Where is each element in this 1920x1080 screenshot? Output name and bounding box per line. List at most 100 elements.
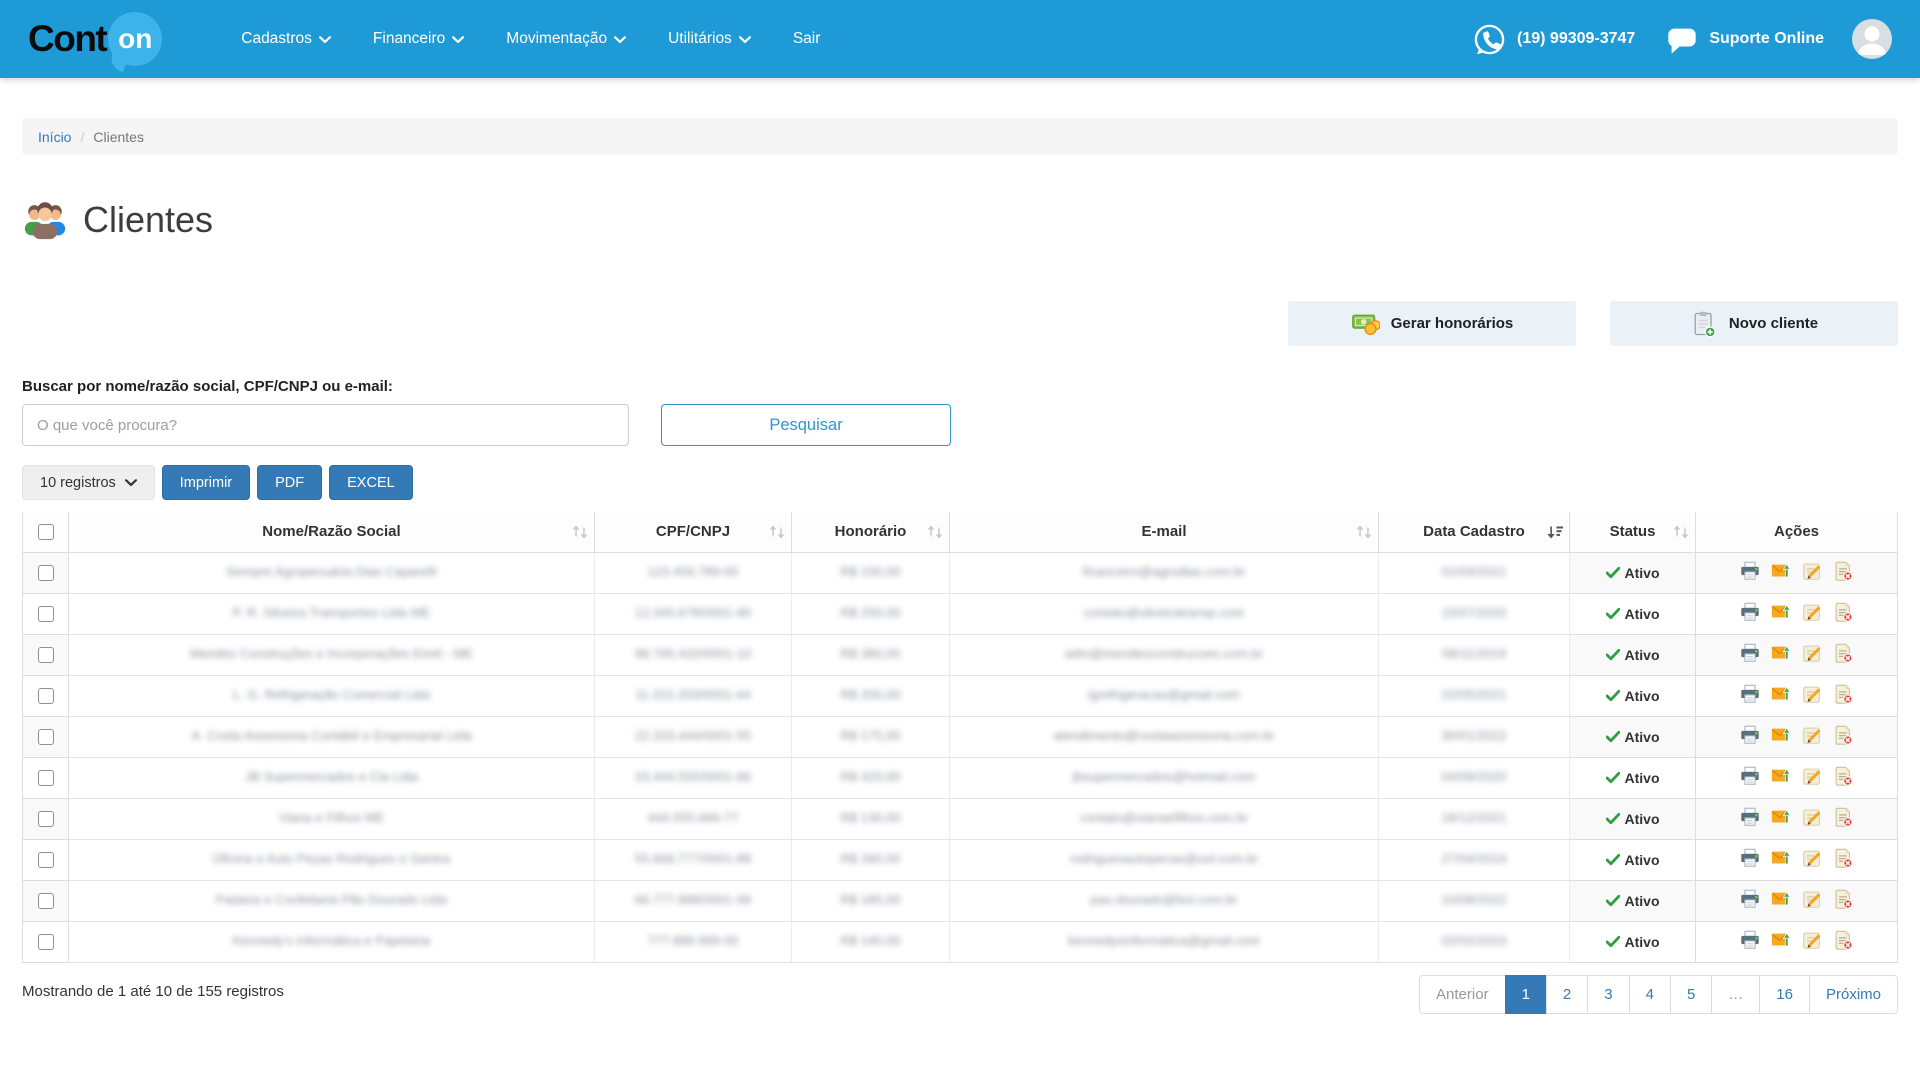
generate-fees-button[interactable]: Gerar honorários	[1288, 301, 1576, 346]
cell-honorario: R$ 250,00	[792, 593, 950, 634]
page-size-dropdown[interactable]: 10 registros	[22, 465, 155, 500]
check-icon	[1606, 608, 1620, 620]
cell-email: financeiro@agrodias.com.br	[950, 552, 1379, 593]
row-checkbox[interactable]	[38, 606, 54, 622]
print-icon[interactable]	[1739, 642, 1761, 664]
send-email-icon[interactable]	[1770, 683, 1792, 705]
delete-icon[interactable]	[1832, 847, 1854, 869]
top-navbar: Cont on Cadastros Financeiro Movimentaçã…	[0, 0, 1920, 78]
pagination-page-16[interactable]: 16	[1759, 975, 1810, 1014]
client-register-date: 18/12/2021	[1441, 810, 1506, 825]
nav-item-utilitarios[interactable]: Utilitários	[647, 20, 772, 58]
header-honorario[interactable]: Honorário	[792, 512, 950, 552]
support-online[interactable]: Suporte Online	[1665, 22, 1824, 56]
header-email[interactable]: E-mail	[950, 512, 1379, 552]
print-button[interactable]: Imprimir	[162, 465, 250, 500]
excel-export-button[interactable]: EXCEL	[329, 465, 413, 500]
cell-honorario: R$ 420,00	[792, 757, 950, 798]
breadcrumb-home-link[interactable]: Início	[38, 129, 71, 145]
row-checkbox[interactable]	[38, 934, 54, 950]
send-email-icon[interactable]	[1770, 560, 1792, 582]
pagination-page-2[interactable]: 2	[1546, 975, 1588, 1014]
pdf-export-button[interactable]: PDF	[257, 465, 322, 500]
row-checkbox[interactable]	[38, 647, 54, 663]
client-fee: R$ 185,00	[841, 892, 901, 907]
cell-status: Ativo	[1570, 593, 1696, 634]
row-checkbox[interactable]	[38, 729, 54, 745]
row-checkbox[interactable]	[38, 565, 54, 581]
print-icon[interactable]	[1739, 888, 1761, 910]
edit-icon[interactable]	[1801, 601, 1823, 623]
new-client-button[interactable]: Novo cliente	[1610, 301, 1898, 346]
send-email-icon[interactable]	[1770, 765, 1792, 787]
send-email-icon[interactable]	[1770, 642, 1792, 664]
send-email-icon[interactable]	[1770, 888, 1792, 910]
pagination-page-4[interactable]: 4	[1629, 975, 1671, 1014]
pagination-page-1[interactable]: 1	[1505, 975, 1547, 1014]
print-icon[interactable]	[1739, 601, 1761, 623]
edit-icon[interactable]	[1801, 683, 1823, 705]
client-email: contato@vianaefilhos.com.br	[1080, 810, 1248, 825]
header-cpf-cnpj[interactable]: CPF/CNPJ	[595, 512, 792, 552]
row-checkbox[interactable]	[38, 811, 54, 827]
header-status[interactable]: Status	[1570, 512, 1696, 552]
print-icon[interactable]	[1739, 806, 1761, 828]
nav-item-cadastros[interactable]: Cadastros	[220, 20, 352, 58]
nav-item-sair[interactable]: Sair	[772, 20, 842, 58]
pagination-previous[interactable]: Anterior	[1419, 975, 1506, 1014]
row-checkbox[interactable]	[38, 852, 54, 868]
edit-icon[interactable]	[1801, 888, 1823, 910]
brand-logo[interactable]: Cont on	[28, 12, 162, 66]
nav-item-financeiro[interactable]: Financeiro	[352, 20, 485, 58]
cell-acoes	[1696, 757, 1898, 798]
edit-icon[interactable]	[1801, 847, 1823, 869]
row-checkbox[interactable]	[38, 688, 54, 704]
send-email-icon[interactable]	[1770, 806, 1792, 828]
search-input[interactable]	[22, 404, 629, 446]
select-all-checkbox[interactable]	[38, 524, 54, 540]
print-icon[interactable]	[1739, 765, 1761, 787]
delete-icon[interactable]	[1832, 724, 1854, 746]
delete-icon[interactable]	[1832, 888, 1854, 910]
edit-icon[interactable]	[1801, 642, 1823, 664]
pagination-page-5[interactable]: 5	[1670, 975, 1712, 1014]
select-all-header	[23, 512, 69, 552]
delete-icon[interactable]	[1832, 765, 1854, 787]
client-register-date: 01/03/2021	[1441, 564, 1506, 579]
delete-icon[interactable]	[1832, 683, 1854, 705]
delete-icon[interactable]	[1832, 929, 1854, 951]
header-nome-razao-social[interactable]: Nome/Razão Social	[69, 512, 595, 552]
send-email-icon[interactable]	[1770, 724, 1792, 746]
client-fee: R$ 150,00	[841, 564, 901, 579]
edit-icon[interactable]	[1801, 765, 1823, 787]
edit-icon[interactable]	[1801, 929, 1823, 951]
print-icon[interactable]	[1739, 847, 1761, 869]
pagination-page-3[interactable]: 3	[1587, 975, 1629, 1014]
delete-icon[interactable]	[1832, 806, 1854, 828]
print-icon[interactable]	[1739, 724, 1761, 746]
row-checkbox[interactable]	[38, 893, 54, 909]
table-row: Padaria e Confeitaria Pão Dourado Ltda 6…	[23, 880, 1898, 921]
row-checkbox[interactable]	[38, 770, 54, 786]
nav-item-label: Financeiro	[373, 30, 445, 48]
send-email-icon[interactable]	[1770, 847, 1792, 869]
print-icon[interactable]	[1739, 683, 1761, 705]
delete-icon[interactable]	[1832, 642, 1854, 664]
edit-icon[interactable]	[1801, 806, 1823, 828]
delete-icon[interactable]	[1832, 601, 1854, 623]
edit-icon[interactable]	[1801, 560, 1823, 582]
pagination-next[interactable]: Próximo	[1809, 975, 1898, 1014]
delete-icon[interactable]	[1832, 560, 1854, 582]
nav-item-movimentacao[interactable]: Movimentação	[485, 20, 647, 58]
send-email-icon[interactable]	[1770, 929, 1792, 951]
check-icon	[1606, 936, 1620, 948]
send-email-icon[interactable]	[1770, 601, 1792, 623]
search-button[interactable]: Pesquisar	[661, 404, 951, 446]
cell-data-cadastro: 09/11/2019	[1379, 634, 1570, 675]
user-avatar[interactable]	[1852, 19, 1892, 59]
whatsapp-contact[interactable]: (19) 99309-3747	[1472, 22, 1635, 57]
edit-icon[interactable]	[1801, 724, 1823, 746]
print-icon[interactable]	[1739, 929, 1761, 951]
print-icon[interactable]	[1739, 560, 1761, 582]
header-data-cadastro[interactable]: Data Cadastro	[1379, 512, 1570, 552]
